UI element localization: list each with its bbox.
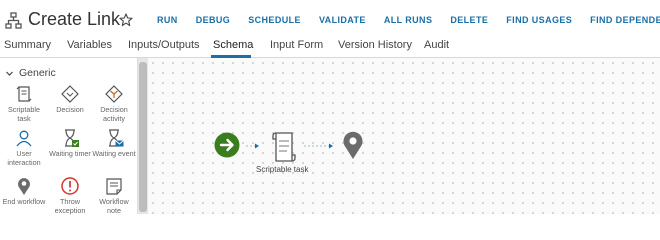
waiting-event-icon	[109, 129, 124, 147]
tab-schema[interactable]: Schema	[213, 39, 253, 51]
delete-button[interactable]: DELETE	[450, 15, 488, 25]
workflow-icon	[5, 12, 22, 29]
tab-input-form[interactable]: Input Form	[270, 39, 323, 51]
tab-bar: Summary Variables Inputs/Outputs Schema …	[0, 36, 660, 58]
find-usages-button[interactable]: FIND USAGES	[506, 15, 572, 25]
user-interaction-icon	[16, 130, 32, 147]
end-node[interactable]	[341, 130, 365, 160]
action-toolbar: RUN DEBUG SCHEDULE VALIDATE ALL RUNS DEL…	[157, 15, 660, 25]
throw-exception-icon	[61, 177, 79, 195]
palette-item-label: Decision activity	[100, 105, 128, 123]
palette-item-label: Waiting event	[92, 149, 136, 158]
tab-summary[interactable]: Summary	[4, 39, 51, 51]
run-button[interactable]: RUN	[157, 15, 178, 25]
palette-item-end-workflow[interactable]: End workflow	[2, 176, 46, 207]
palette-item-decision[interactable]: Decision	[48, 84, 92, 115]
debug-button[interactable]: DEBUG	[196, 15, 231, 25]
palette-item-label: Throw exception	[54, 197, 86, 215]
decision-activity-icon	[105, 85, 123, 103]
workflow-note-icon	[106, 178, 122, 195]
connector-task-to-end	[304, 143, 333, 149]
decision-icon	[61, 85, 79, 103]
palette-item-label: End workflow	[2, 197, 46, 206]
favorite-star-icon[interactable]	[119, 13, 133, 27]
scriptable-task-icon	[16, 86, 32, 102]
scrollbar-thumb[interactable]	[139, 62, 147, 212]
palette-item-label: Decision	[56, 105, 84, 114]
palette-item-waiting-event[interactable]: Waiting event	[92, 128, 136, 159]
palette-group-label: Generic	[19, 67, 56, 79]
tab-version-history[interactable]: Version History	[338, 39, 412, 51]
palette-item-throw-exception[interactable]: Throw exception	[48, 176, 92, 215]
palette-item-label: Waiting timer	[49, 149, 91, 158]
scriptable-task-node[interactable]	[268, 130, 298, 164]
end-workflow-icon	[18, 178, 30, 195]
palette-item-label: Scriptable task	[8, 105, 40, 123]
palette-item-scriptable-task[interactable]: Scriptable task	[2, 84, 46, 123]
workflow-header: Create Link RUN DEBUG SCHEDULE VALIDATE …	[0, 0, 660, 40]
page-title: Create Link	[28, 9, 121, 29]
find-dependencies-button[interactable]: FIND DEPENDENCIES	[590, 15, 660, 25]
palette-item-label: User interaction	[7, 149, 41, 167]
tab-audit[interactable]: Audit	[424, 39, 449, 51]
task-node-label: Scriptable task	[256, 165, 309, 174]
palette-scrollbar[interactable]	[138, 58, 148, 214]
tab-variables[interactable]: Variables	[67, 39, 112, 51]
palette-panel: Generic Scriptable task Decision Decisio…	[0, 58, 138, 214]
schedule-button[interactable]: SCHEDULE	[248, 15, 301, 25]
validate-button[interactable]: VALIDATE	[319, 15, 366, 25]
start-node[interactable]	[214, 132, 240, 158]
palette-item-waiting-timer[interactable]: Waiting timer	[48, 128, 92, 159]
palette-item-user-interaction[interactable]: User interaction	[2, 128, 46, 167]
palette-group-header[interactable]: Generic	[6, 67, 56, 79]
chevron-down-icon	[6, 71, 13, 76]
palette-item-workflow-note[interactable]: Workflow note	[92, 176, 136, 215]
tab-inputs-outputs[interactable]: Inputs/Outputs	[128, 39, 200, 51]
connector-start-to-task	[246, 143, 259, 149]
all-runs-button[interactable]: ALL RUNS	[384, 15, 433, 25]
palette-item-decision-activity[interactable]: Decision activity	[92, 84, 136, 123]
palette-item-label: Workflow note	[99, 197, 129, 215]
waiting-timer-icon	[65, 129, 79, 147]
